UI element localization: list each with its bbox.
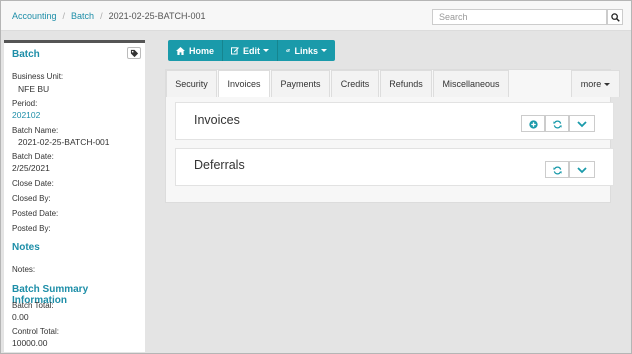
- control-total-label: Control Total:: [12, 327, 59, 336]
- edit-icon: [231, 47, 239, 55]
- home-icon: [176, 46, 185, 55]
- tab-miscellaneous[interactable]: Miscellaneous: [433, 70, 509, 97]
- expand-deferrals-button[interactable]: [569, 161, 595, 178]
- closed-by-label: Closed By:: [12, 194, 51, 203]
- plus-icon: [529, 120, 538, 129]
- chevron-down-icon: [577, 121, 587, 128]
- posted-by-label: Posted By:: [12, 224, 51, 233]
- chevron-down-icon: [604, 82, 611, 86]
- expand-invoices-button[interactable]: [569, 115, 595, 132]
- batch-date-value: 2/25/2021: [12, 163, 50, 173]
- tab-credits[interactable]: Credits: [331, 70, 379, 97]
- link-icon: [286, 49, 291, 52]
- chevron-down-icon: [577, 167, 587, 174]
- more-label: more: [580, 79, 602, 89]
- batch-name-value: 2021-02-25-BATCH-001: [18, 137, 110, 147]
- deferrals-card: Deferrals: [175, 148, 614, 186]
- refresh-icon: [553, 166, 562, 175]
- home-button[interactable]: Home: [168, 40, 223, 61]
- action-toolbar: Home Edit Links: [168, 40, 335, 61]
- tab-refunds[interactable]: Refunds: [380, 70, 432, 97]
- top-bar: Accounting / Batch / 2021-02-25-BATCH-001 Se…: [1, 1, 631, 31]
- batch-sidebar: Batch Business Unit: NFE BU Period: 2021…: [4, 40, 145, 352]
- close-date-label: Close Date:: [12, 179, 54, 188]
- tag-icon: [130, 49, 139, 58]
- breadcrumb: Accounting / Batch / 2021-02-25-BATCH-001: [12, 11, 205, 21]
- breadcrumb-separator: /: [62, 11, 66, 21]
- breadcrumb-current: 2021-02-25-BATCH-001: [108, 11, 206, 21]
- chevron-down-icon: [263, 49, 269, 52]
- refresh-icon: [553, 120, 562, 129]
- refresh-deferrals-button[interactable]: [545, 161, 569, 178]
- notes-section-title: Notes: [12, 242, 40, 253]
- tab-invoices[interactable]: Invoices: [218, 70, 270, 97]
- chevron-down-icon: [321, 49, 327, 52]
- search-input[interactable]: Search: [432, 9, 607, 25]
- breadcrumb-batch[interactable]: Batch: [71, 11, 94, 21]
- business-unit-value: NFE BU: [18, 84, 50, 94]
- tab-security[interactable]: Security: [166, 70, 217, 97]
- links-button-label: Links: [294, 45, 318, 56]
- add-invoice-button[interactable]: [521, 115, 545, 132]
- search-button[interactable]: [607, 9, 623, 25]
- edit-button-label: Edit: [243, 45, 260, 56]
- tag-button[interactable]: [127, 47, 141, 59]
- refresh-invoices-button[interactable]: [545, 115, 569, 132]
- tab-payments[interactable]: Payments: [271, 70, 330, 97]
- posted-date-label: Posted Date:: [12, 209, 59, 218]
- batch-date-label: Batch Date:: [12, 152, 54, 161]
- tab-more[interactable]: more: [571, 70, 620, 97]
- notes-label: Notes:: [12, 265, 36, 274]
- batch-section-title: Batch: [12, 49, 40, 60]
- control-total-value: 10000.00: [12, 338, 48, 348]
- breadcrumb-accounting[interactable]: Accounting: [12, 11, 57, 21]
- invoices-title: Invoices: [194, 113, 240, 127]
- batch-total-value: 0.00: [12, 312, 29, 322]
- edit-button[interactable]: Edit: [223, 40, 278, 61]
- batch-name-label: Batch Name:: [12, 126, 59, 135]
- batch-total-label: Batch Total:: [12, 301, 54, 310]
- invoices-card: Invoices: [175, 102, 614, 140]
- business-unit-label: Business Unit:: [12, 72, 64, 81]
- period-label: Period:: [12, 99, 38, 108]
- search-icon: [611, 13, 620, 22]
- deferrals-title: Deferrals: [194, 158, 245, 172]
- breadcrumb-separator: /: [100, 11, 103, 21]
- period-link[interactable]: 202102: [12, 110, 40, 120]
- home-button-label: Home: [188, 45, 214, 56]
- links-button[interactable]: Links: [278, 40, 335, 61]
